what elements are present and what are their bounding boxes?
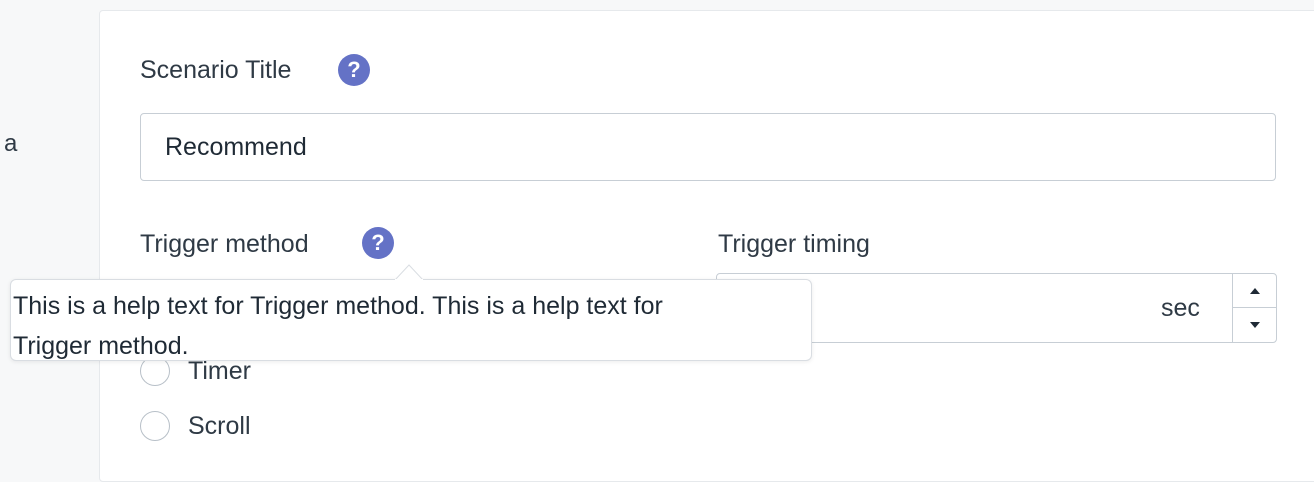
increment-button[interactable] [1233,274,1277,308]
tooltip-arrow-icon [395,264,423,280]
scenario-title-help-icon[interactable]: ? [338,54,370,86]
caret-up-icon [1250,287,1260,294]
tooltip-line-1: This is a help text for Trigger method. … [13,292,663,320]
trigger-method-help-icon[interactable]: ? [362,227,394,259]
trigger-method-label: Trigger method [140,230,309,258]
trigger-timing-label: Trigger timing [718,230,870,258]
decrement-button[interactable] [1233,308,1277,342]
timing-stepper [1232,274,1277,342]
trigger-method-tooltip: This is a help text for Trigger method. … [10,279,812,361]
caret-down-icon [1250,322,1260,328]
scenario-title-label: Scenario Title [140,56,292,84]
radio-scroll[interactable] [140,411,170,441]
radio-scroll-label: Scroll [188,412,251,440]
scenario-title-input[interactable] [140,113,1276,181]
tooltip-line-2: Trigger method. [13,332,189,360]
tooltip-text: This is a help text for Trigger method. … [13,286,811,360]
side-text: a [4,130,18,157]
trigger-timing-unit: sec [1161,294,1200,322]
